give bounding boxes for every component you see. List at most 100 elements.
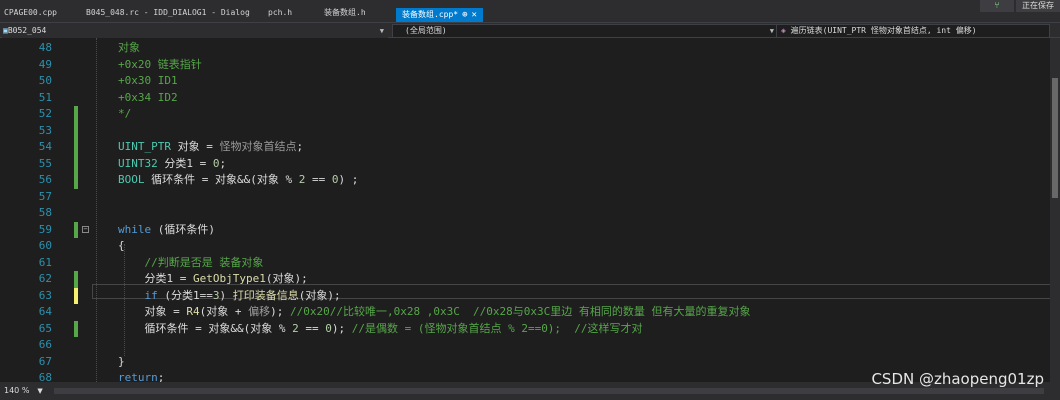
code-line[interactable]: 52 */ [0, 106, 1060, 123]
code-line[interactable]: 67} [0, 354, 1060, 371]
line-number: 51 [38, 90, 52, 104]
code-token: (循环条件) [151, 222, 215, 236]
code-text: 对象 [118, 40, 140, 57]
tab-equipment-array-h[interactable]: 装备数组.h [324, 4, 366, 22]
code-token: BOOL [118, 173, 152, 186]
close-icon[interactable]: ✕ [472, 10, 477, 20]
status-label: 正在保存 [1016, 0, 1060, 12]
code-line[interactable]: 53 [0, 122, 1060, 139]
code-token: 3 [212, 288, 220, 302]
code-token: +0x34 ID2 [118, 90, 178, 104]
line-number: 49 [38, 57, 52, 71]
line-number: 64 [38, 305, 52, 318]
horizontal-scrollbar[interactable] [54, 388, 1044, 394]
code-token: 打印装备信息 [232, 288, 299, 302]
code-token: +0x30 ID1 [118, 74, 178, 87]
project-name: B052_054 [7, 26, 47, 35]
watermark: CSDN @zhaopeng01zp [871, 370, 1044, 388]
line-number: 52 [38, 107, 52, 120]
code-text: +0x34 ID2 [118, 90, 178, 107]
project-dropdown[interactable]: ▣B052_054 ▼ [2, 24, 388, 38]
code-token: 2 [292, 321, 299, 335]
code-line[interactable]: 49 +0x20 链表指针 [0, 57, 1060, 74]
code-token: UINT_PTR [118, 140, 178, 153]
code-line[interactable]: 61 //判断是否是 装备对象 [0, 255, 1060, 272]
change-marker [74, 320, 78, 337]
code-token: 0 [325, 321, 332, 335]
code-text: BOOL 循环条件 = 对象&&(对象 % 2 == 0) ; [118, 172, 358, 189]
code-token: 对象 = [177, 140, 220, 153]
code-line[interactable]: 56 BOOL 循环条件 = 对象&&(对象 % 2 == 0) ; [0, 172, 1060, 189]
code-token: { [118, 239, 125, 252]
function-dropdown[interactable]: ◈ 遍历链表(UINT_PTR 怪物对象首结点, int 偏移) [776, 24, 1050, 38]
code-token: //是偶数 = (怪物对象首结点 % 2==0); //这样写才对 [351, 321, 643, 335]
code-text: 对象 = R4(对象 + 偏移); //0x20//比较唯一,0x28 ,0x3… [118, 304, 750, 321]
code-token: //判断是否是 装备对象 [118, 255, 264, 269]
code-line[interactable]: 50 +0x30 ID1 [0, 73, 1060, 90]
code-line[interactable]: 51 +0x34 ID2 [0, 90, 1060, 107]
code-token: } [118, 354, 125, 368]
code-line[interactable]: 58 [0, 205, 1060, 222]
code-token: +0x20 链表指针 [118, 57, 202, 71]
code-token: (对象); [265, 272, 308, 285]
code-line[interactable]: 57 [0, 189, 1060, 206]
code-token: 对象 [118, 41, 140, 54]
line-number: 67 [38, 354, 52, 368]
line-number: 66 [38, 338, 52, 351]
code-token: (对象); [298, 288, 341, 302]
scope-name: (全局范围) [405, 26, 447, 35]
code-text: 分类1 = GetObjType1(对象); [118, 271, 308, 288]
line-number: 54 [38, 140, 52, 153]
line-number: 61 [38, 255, 52, 269]
change-marker [74, 221, 78, 238]
change-marker [74, 155, 78, 172]
code-line[interactable]: 60 { [0, 238, 1060, 255]
code-text: */ [118, 106, 131, 123]
tab-label: 装备数组.h [324, 8, 366, 17]
code-text: { [118, 238, 125, 255]
code-line[interactable]: 64 对象 = R4(对象 + 偏移); //0x20//比较唯一,0x28 ,… [0, 304, 1060, 321]
code-editor[interactable]: 48 对象 49 +0x20 链表指针 50 +0x30 ID1 51 +0x34 ID2 52… [0, 38, 1060, 384]
code-text: //判断是否是 装备对象 [118, 255, 263, 272]
code-token: 怪物对象首结点 [219, 140, 297, 153]
git-icon[interactable]: ⑂ [980, 0, 1014, 12]
scrollbar-thumb[interactable] [1052, 78, 1058, 198]
line-number: 55 [38, 156, 52, 170]
code-line[interactable]: 62 分类1 = GetObjType1(对象); [0, 271, 1060, 288]
tab-cpage00-cpp[interactable]: CPAGE00.cpp [4, 4, 57, 22]
code-text: 循环条件 = 对象&&(对象 % 2 == 0); //是偶数 = (怪物对象首… [118, 321, 643, 338]
line-number: 63 [38, 288, 52, 302]
tab-label: B045_048.rc - IDD_DIALOG1 - Dialog [86, 8, 250, 17]
function-name: 遍历链表(UINT_PTR 怪物对象首结点, int 偏移) [790, 26, 977, 35]
code-token: (对象 + [199, 305, 249, 318]
tab-pch-h[interactable]: pch.h [268, 4, 292, 22]
pin-icon[interactable]: ⊕ [462, 10, 467, 20]
chevron-down-icon: ▼ [37, 387, 43, 395]
change-marker [74, 172, 78, 189]
code-line[interactable]: 59 − while (循环条件) [0, 221, 1060, 239]
code-line[interactable]: 54 UINT_PTR 对象 = 怪物对象首结点; [0, 139, 1060, 156]
tab-b045-rc[interactable]: B045_048.rc - IDD_DIALOG1 - Dialog [86, 4, 250, 22]
collapse-icon[interactable]: − [82, 225, 89, 233]
code-token: 分类1 = [118, 272, 193, 285]
code-line[interactable]: 65 循环条件 = 对象&&(对象 % 2 == 0); //是偶数 = (怪物… [0, 320, 1060, 338]
code-line[interactable]: 63 if (分类1==3) 打印装备信息(对象); [0, 287, 1060, 304]
navigation-bar: ▣B052_054 ▼ (全局范围) ▼ ◈ 遍历链表(UINT_PTR 怪物对象首… [0, 22, 1060, 38]
code-text: } [118, 354, 125, 371]
code-text: while (循环条件) [118, 222, 215, 239]
code-line[interactable]: 55 UINT32 分类1 = 0; [0, 155, 1060, 172]
tab-equipment-array-cpp[interactable]: 装备数组.cpp* ⊕ ✕ [396, 8, 483, 22]
line-number: 57 [38, 189, 52, 203]
code-token: ; [296, 140, 304, 153]
tab-label: CPAGE00.cpp [4, 8, 57, 17]
line-number: 50 [38, 74, 52, 87]
zoom-dropdown[interactable]: 140 % ▼ [4, 385, 43, 397]
code-line[interactable]: 66 [0, 337, 1060, 354]
line-number: 56 [38, 173, 52, 186]
line-number: 48 [38, 41, 52, 54]
code-token: ; [219, 156, 227, 170]
scope-dropdown[interactable]: (全局范围) ▼ [392, 24, 778, 38]
chevron-down-icon: ▼ [769, 27, 774, 35]
code-line[interactable]: 48 对象 [0, 40, 1060, 57]
vertical-scrollbar[interactable] [1050, 38, 1060, 382]
